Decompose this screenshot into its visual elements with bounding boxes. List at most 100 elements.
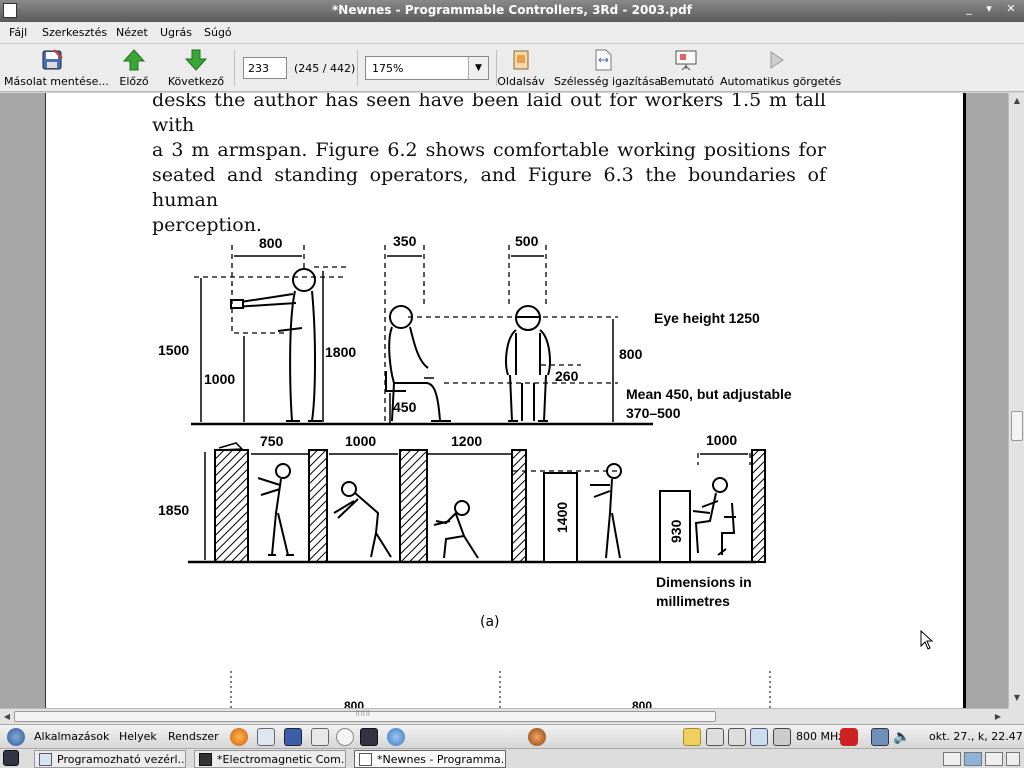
workspace-2[interactable] [964, 752, 982, 766]
wall [399, 449, 428, 563]
workspace-1[interactable] [943, 752, 961, 766]
chevron-down-icon[interactable]: ▼ [468, 57, 488, 79]
next-figure-dim: 800 [632, 699, 652, 708]
show-desktop-icon[interactable] [3, 750, 19, 766]
sidebar-hand-icon [513, 50, 529, 70]
wall [214, 449, 249, 563]
fit-width-button[interactable]: Szélesség igazítása [554, 46, 661, 90]
close-button[interactable]: ✕ [1002, 2, 1020, 17]
dim-1500: 1500 [158, 342, 189, 358]
dim-1850: 1850 [158, 502, 189, 518]
sidebar-button[interactable]: Oldalsáv [496, 46, 546, 90]
network-icon[interactable] [750, 728, 768, 746]
menubar: Fájl Szerkesztés Nézet Ugrás Súgó [0, 22, 1024, 44]
scroll-right-icon[interactable]: ▶ [992, 711, 1004, 723]
main-menu-icon[interactable] [7, 728, 25, 746]
seated-front-figure [505, 305, 551, 422]
workspace-4[interactable] [1006, 752, 1020, 766]
horizontal-scrollbar[interactable]: ◀ ⠿⠿⠿ ▶ [0, 708, 1008, 724]
zoom-select[interactable]: 175% ▼ [365, 56, 489, 80]
zoom-value: 175% [372, 62, 404, 75]
eye-height-label: Eye height 1250 [654, 310, 760, 326]
menu-view[interactable]: Nézet [116, 26, 148, 39]
dim-750: 750 [260, 433, 284, 449]
menu-places[interactable]: Helyek [119, 730, 157, 743]
network-status-icon[interactable] [871, 728, 889, 746]
folder-icon[interactable] [683, 728, 701, 746]
dim-1200: 1200 [451, 433, 482, 449]
dim-930: 930 [668, 519, 684, 543]
dim-1400: 1400 [554, 502, 570, 533]
vertical-scrollbar[interactable]: ▲ ▼ [1008, 93, 1024, 708]
disc-icon[interactable] [336, 728, 354, 746]
mean-label: Mean 450, but adjustable [626, 386, 792, 402]
previous-label: Előző [119, 75, 149, 88]
dim-350: 350 [393, 233, 417, 249]
pointer-tool-icon[interactable] [284, 728, 302, 746]
task-button[interactable]: Programozható vezérl... [34, 750, 186, 768]
menu-go[interactable]: Ugrás [160, 26, 192, 39]
stop-launcher-icon[interactable] [528, 728, 546, 746]
next-page-button[interactable]: Következő [166, 46, 226, 90]
task-button-active[interactable]: *Newnes - Programma... [354, 750, 506, 768]
workspace-3[interactable] [985, 752, 1003, 766]
cpu-icon[interactable] [773, 728, 791, 746]
menu-applications[interactable]: Alkalmazások [34, 730, 109, 743]
wall [308, 449, 328, 563]
mail-icon[interactable] [257, 728, 275, 746]
dim-1800: 1800 [325, 344, 356, 360]
dim-800: 800 [259, 235, 283, 251]
page-number-input[interactable] [243, 57, 287, 79]
document-icon [39, 753, 52, 766]
vertical-scroll-thumb[interactable] [1011, 411, 1023, 441]
figure-caption: (a) [480, 614, 500, 630]
power-icon[interactable] [840, 728, 858, 746]
volume-icon[interactable]: 🔈 [893, 728, 911, 746]
menu-help[interactable]: Súgó [204, 26, 232, 39]
document-viewport[interactable]: desks the author has seen have been laid… [0, 93, 1008, 708]
cpu-frequency[interactable]: 800 MHz [796, 730, 844, 743]
scroll-down-icon[interactable]: ▼ [1011, 692, 1023, 704]
menu-edit[interactable]: Szerkesztés [42, 26, 107, 39]
autoscroll-button[interactable]: Automatikus görgetés [720, 46, 841, 90]
arrow-up-icon [122, 49, 146, 71]
dim-450: 450 [393, 399, 417, 415]
wall [511, 449, 527, 563]
dim-260: 260 [555, 368, 579, 384]
arrow-down-icon [184, 49, 208, 71]
clock[interactable]: okt. 27., k, 22.47 [929, 730, 1023, 743]
task-button[interactable]: *Electromagnetic Com... [194, 750, 346, 768]
maximize-button[interactable]: ▾ [980, 2, 998, 17]
calculator-icon[interactable] [311, 728, 329, 746]
dims-label-2: millimetres [656, 593, 730, 609]
window-titlebar[interactable]: *Newnes - Programmable Controllers, 3Rd … [0, 0, 1024, 22]
menu-system[interactable]: Rendszer [168, 730, 219, 743]
applet-icon[interactable] [706, 728, 724, 746]
scroll-left-icon[interactable]: ◀ [1, 711, 13, 723]
fit-width-icon [595, 49, 612, 71]
save-icon [42, 49, 63, 70]
applet-icon[interactable] [728, 728, 746, 746]
toolbar-separator [357, 50, 358, 86]
save-copy-label: Másolat mentése... [4, 75, 109, 88]
next-label: Következő [167, 75, 225, 88]
scroll-up-icon[interactable]: ▲ [1011, 95, 1023, 107]
water-drop-icon[interactable] [387, 728, 405, 746]
firefox-icon[interactable] [230, 728, 248, 746]
minimize-button[interactable]: _ [960, 2, 978, 17]
play-icon [770, 51, 784, 69]
presentation-button[interactable]: Bemutató [660, 46, 714, 90]
mouse-cursor-icon [920, 630, 934, 650]
monitor-icon[interactable] [360, 728, 378, 746]
figure-6-2-drawing: 800 350 500 1500 1000 1800 Eye height 12… [158, 233, 792, 708]
save-copy-button[interactable]: Másolat mentése... [4, 46, 109, 90]
task-label: *Electromagnetic Com... [217, 753, 346, 766]
pdf-icon [359, 753, 372, 766]
window-title: *Newnes - Programmable Controllers, 3Rd … [332, 3, 692, 17]
next-figure-lines [230, 671, 771, 708]
task-label: *Newnes - Programma... [377, 753, 506, 766]
dims-label-1: Dimensions in [656, 574, 752, 590]
previous-page-button[interactable]: Előző [114, 46, 154, 90]
menu-file[interactable]: Fájl [9, 26, 27, 39]
page-count-label: (245 / 442) [294, 62, 356, 75]
